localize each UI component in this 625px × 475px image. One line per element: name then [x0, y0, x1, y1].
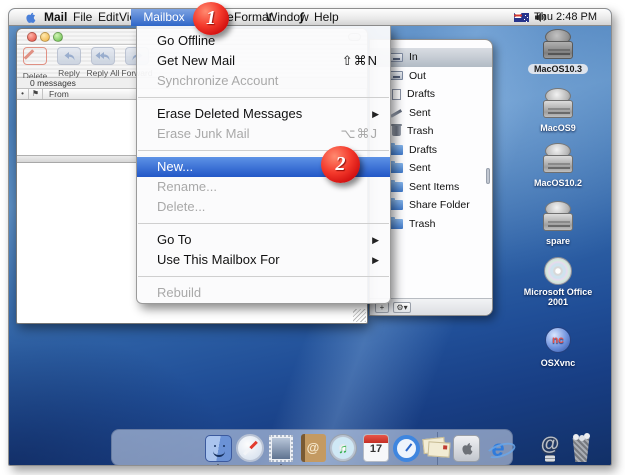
reply-all-icon [91, 47, 115, 65]
desktop-icon-macos103[interactable]: MacOS10.3 [514, 29, 602, 77]
inbox-icon [390, 53, 403, 62]
desktop-icon-spare[interactable]: spare [514, 201, 602, 249]
dock-system-preferences-icon[interactable] [451, 433, 481, 463]
outbox-icon [390, 71, 403, 80]
osxvnc-icon: nc [545, 327, 571, 353]
submenu-arrow-icon: ▶ [372, 104, 379, 124]
hard-drive-icon [542, 201, 574, 231]
submenu-arrow-icon: ▶ [372, 230, 379, 250]
menu-mailbox-active[interactable]: Mailbox [131, 9, 197, 26]
cd-icon [544, 257, 572, 285]
dock: @ ♫ 17 e @ [111, 429, 513, 466]
menubar: Mail File Edit View Message Mailbox Form… [9, 9, 611, 26]
desktop-icon-label: MacOS9 [540, 123, 576, 133]
drawer-resize-handle[interactable] [486, 168, 490, 184]
desktop-icon-label: MacOS10.3 [528, 64, 588, 74]
menu-item-erase-deleted-messages[interactable]: Erase Deleted Messages ▶ [137, 104, 390, 124]
desktop-icon-macos102[interactable]: MacOS10.2 [514, 143, 602, 191]
dock-internet-explorer-icon[interactable]: e [483, 433, 513, 463]
running-indicator-mail [277, 464, 285, 466]
desktop-icon-office-cd[interactable]: Microsoft Office 2001 [514, 257, 602, 310]
desktop-icon-label: Microsoft Office 2001 [514, 287, 602, 307]
shortcut-label: ⌥⌘J [341, 124, 378, 144]
annotation-step-2-badge: 2 [321, 146, 360, 183]
trash-icon [392, 126, 401, 136]
menu-item-go-to[interactable]: Go To ▶ [137, 230, 390, 250]
column-flag[interactable]: ⚑ [29, 89, 43, 99]
dock-quicktime-icon[interactable] [391, 433, 421, 463]
menu-item-go-offline[interactable]: Go Offline [137, 31, 390, 51]
desktop-icon-label: OSXvnc [541, 358, 576, 368]
menu-item-use-this-mailbox-for[interactable]: Use This Mailbox For ▶ [137, 250, 390, 270]
column-read-status[interactable]: • [17, 89, 29, 99]
dock-letters-icon[interactable] [422, 433, 452, 463]
zoom-button[interactable] [53, 32, 63, 42]
menu-file[interactable]: File [73, 10, 92, 25]
menu-item-delete: Delete... [137, 197, 390, 217]
mailbox-action-button[interactable]: ⚙▾ [393, 302, 411, 313]
submenu-arrow-icon: ▶ [372, 250, 379, 270]
desktop-screen: MacOS10.3 MacOS9 MacOS10.2 spare Microso… [8, 8, 612, 466]
reply-icon [57, 47, 81, 65]
script-menu-icon[interactable]: ∫ [300, 10, 303, 25]
screenshot: MacOS10.3 MacOS9 MacOS10.2 spare Microso… [0, 0, 625, 475]
dock-mail-icon[interactable] [266, 433, 296, 463]
pen-icon [390, 107, 403, 118]
desktop-icon-label: MacOS10.2 [534, 178, 582, 188]
dock-trash-icon[interactable] [566, 433, 596, 463]
menu-edit[interactable]: Edit [98, 10, 119, 25]
menu-item-synchronize-account: Synchronize Account [137, 71, 390, 91]
delete-icon [23, 47, 47, 65]
menubar-clock[interactable]: Thu 2:48 PM [534, 10, 597, 25]
running-indicator-finder [214, 464, 222, 466]
menu-item-rebuild: Rebuild [137, 283, 390, 303]
close-button[interactable] [27, 32, 37, 42]
desktop-icon-macos9[interactable]: MacOS9 [514, 88, 602, 136]
menu-help[interactable]: Help [314, 10, 339, 25]
menu-separator [138, 276, 389, 277]
menu-mail[interactable]: Mail [44, 10, 67, 25]
hard-drive-icon [542, 143, 574, 173]
menu-item-rename: Rename... [137, 177, 390, 197]
folder-icon [390, 145, 403, 155]
hard-drive-icon [542, 29, 574, 59]
dock-finder-icon[interactable] [203, 433, 233, 463]
dock-ical-icon[interactable]: 17 [361, 433, 391, 463]
folder-icon [390, 163, 403, 173]
menu-item-erase-junk-mail: Erase Junk Mail ⌥⌘J [137, 124, 390, 144]
minimize-button[interactable] [40, 32, 50, 42]
menu-separator [138, 223, 389, 224]
folder-icon [390, 200, 403, 210]
hard-drive-icon [542, 88, 574, 118]
dock-itunes-icon[interactable]: ♫ [328, 433, 358, 463]
dock-safari-icon[interactable] [235, 433, 265, 463]
document-icon [392, 89, 401, 100]
folder-icon [390, 182, 403, 192]
resize-grip[interactable] [353, 309, 366, 322]
apple-menu-icon[interactable] [24, 11, 36, 24]
menu-item-get-new-mail[interactable]: Get New Mail ⇧⌘N [137, 51, 390, 71]
folder-icon [390, 219, 403, 229]
annotation-step-1-badge: 1 [193, 2, 229, 35]
desktop-icon-osxvnc[interactable]: nc OSXvnc [514, 327, 602, 371]
dock-address-book-icon[interactable]: @ [298, 433, 328, 463]
desktop-icon-label: spare [546, 236, 570, 246]
input-menu-flag-icon[interactable] [514, 13, 529, 22]
menu-separator [138, 97, 389, 98]
dock-at-sign-icon[interactable]: @ [535, 433, 565, 463]
shortcut-label: ⇧⌘N [342, 51, 378, 71]
